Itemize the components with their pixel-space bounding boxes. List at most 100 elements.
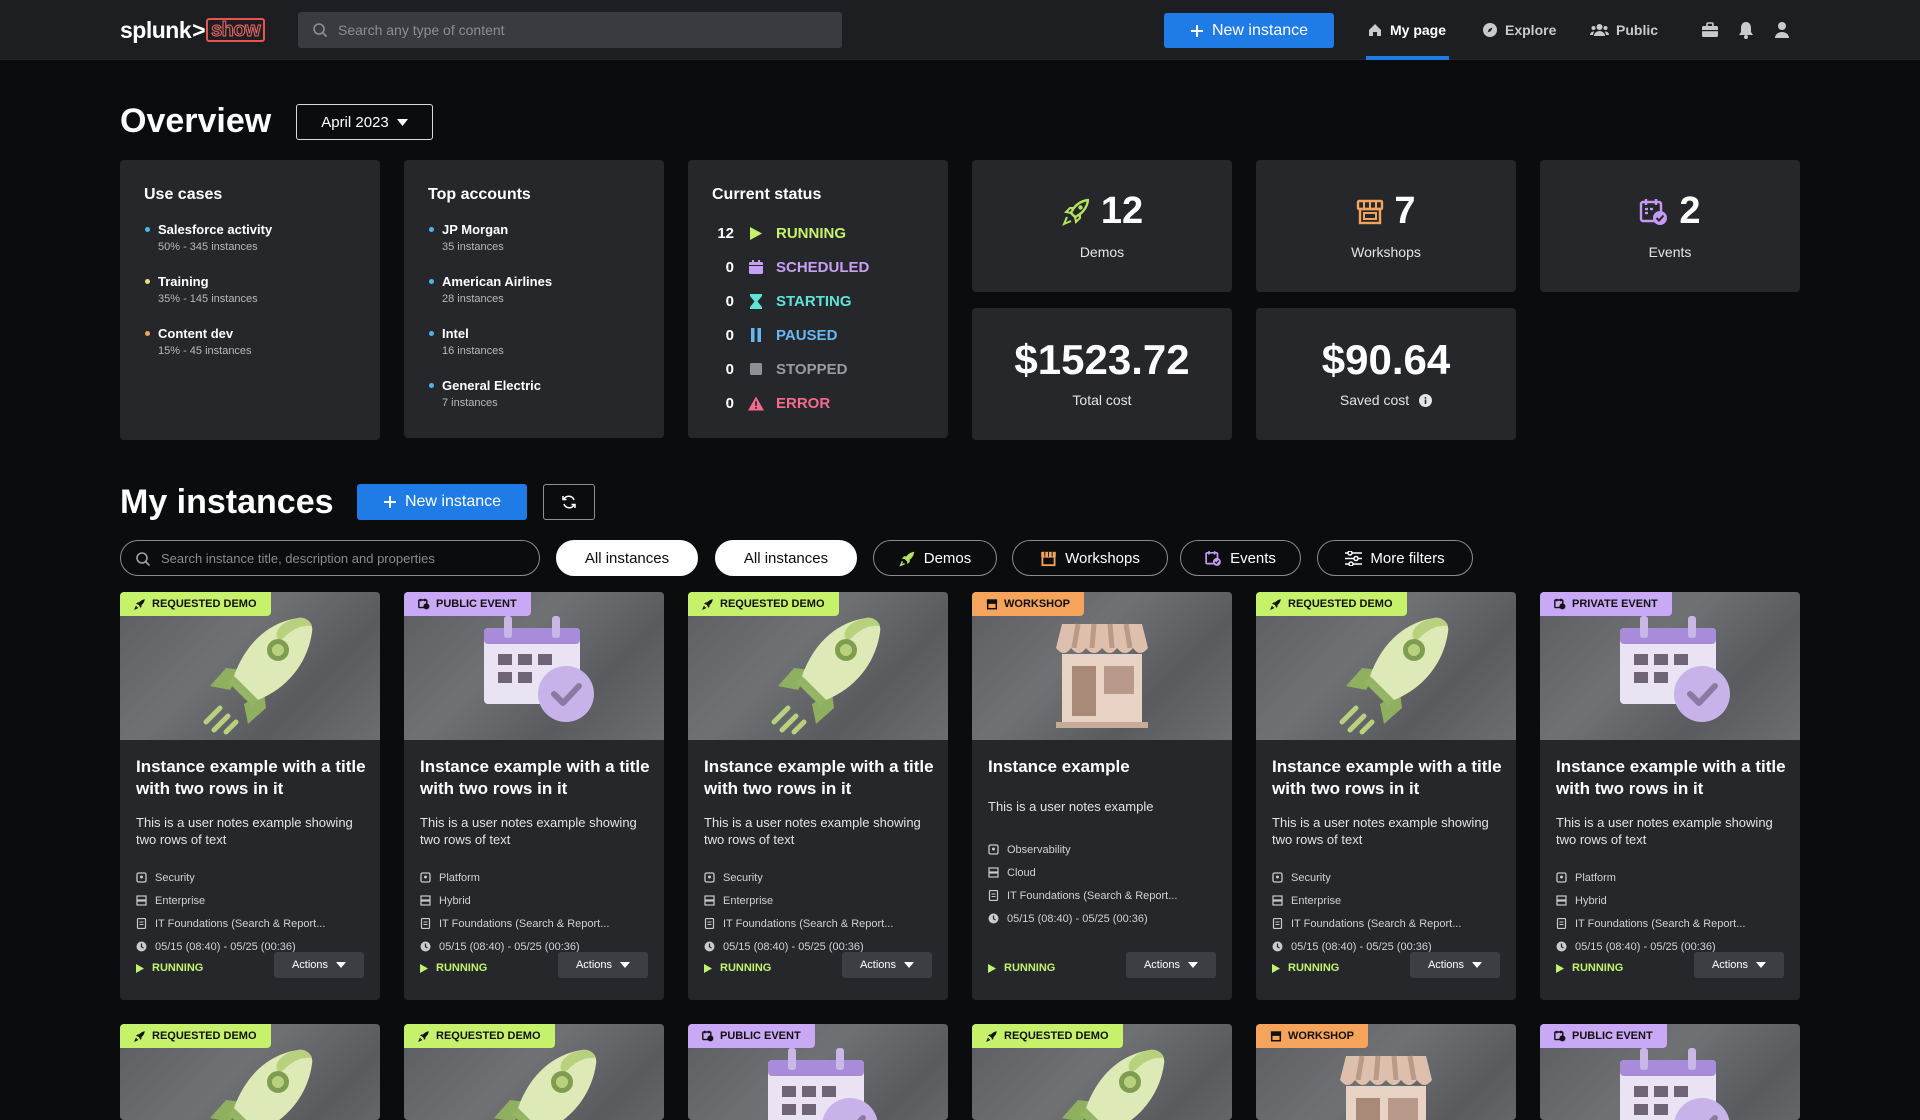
bullet-dot [145,331,150,336]
card-type-badge: REQUESTED DEMO [688,592,839,616]
stat-label: Total cost [1072,392,1132,408]
instance-card[interactable]: PUBLIC EVENT Instance example with a titl… [404,592,664,1000]
stat-label: Workshops [1351,244,1421,260]
stat-value: 7 [1394,190,1416,232]
instance-card[interactable]: WORKSHOP Instance example This is a user n… [972,592,1232,1000]
splunk-show-logo[interactable]: splunk > show [120,16,266,44]
instance-card[interactable]: REQUESTED DEMO Instance example with a ti… [688,592,948,1000]
property-value: Cloud [1007,866,1036,879]
top-accounts-list: JP Morgan 35 instances American Airlines… [428,222,552,430]
nav-public[interactable]: Public [1590,0,1658,60]
card-actions-dropdown[interactable]: Actions [842,952,932,978]
status-row-error[interactable]: 0 ERROR [712,386,831,420]
filter-all-instances-2[interactable]: All instances [715,540,857,576]
demos-stat-card[interactable]: 12 Demos [972,160,1232,292]
instance-card[interactable]: REQUESTED DEMO Instance example with a ti… [120,592,380,1000]
card-actions-dropdown[interactable]: Actions [1126,952,1216,978]
use-cases-panel: Use cases Salesforce activity 50% - 345 … [120,160,380,440]
stat-value: 12 [1100,190,1144,232]
instance-card[interactable]: REQUESTED DEMO Instance example with a ti… [1256,592,1516,1000]
status-count: 0 [725,292,734,310]
status-label: SCHEDULED [776,258,870,276]
filter-workshops[interactable]: Workshops [1012,540,1168,576]
status-row-running[interactable]: 12 RUNNING [712,216,846,250]
new-instance-button[interactable]: New instance [357,484,527,520]
card-actions-dropdown[interactable]: Actions [1694,952,1784,978]
list-item: Salesforce activity 50% - 345 instances [144,222,272,274]
card-actions-dropdown[interactable]: Actions [558,952,648,978]
nav-label: Explore [1505,22,1557,38]
search-placeholder: Search any type of content [338,22,505,38]
nav-my-page[interactable]: My page [1367,0,1446,60]
storefront-icon [986,599,998,610]
property-value: 05/15 (08:40) - 05/25 (00:36) [1575,940,1716,953]
status-label: RUNNING [1572,962,1624,974]
card-status: RUNNING [704,962,771,974]
play-icon [704,963,712,973]
property-icon [136,872,147,883]
instance-search-input[interactable]: Search instance title, description and p… [120,540,540,576]
list-item: JP Morgan 35 instances [428,222,552,274]
property-value: Enterprise [155,894,206,907]
filter-demos[interactable]: Demos [873,540,997,576]
property-icon [1272,941,1283,952]
filter-more-filters[interactable]: More filters [1317,540,1473,576]
instance-card[interactable]: WORKSHOP [1256,1024,1516,1120]
chip-label: Events [1230,549,1276,567]
calendar-icon [749,260,763,274]
card-title[interactable]: Instance example with a title with two r… [1272,756,1504,800]
instance-card[interactable]: REQUESTED DEMO [120,1024,380,1120]
info-icon[interactable] [1419,393,1433,407]
status-row-scheduled[interactable]: 0 SCHEDULED [712,250,870,284]
nav-explore[interactable]: Explore [1482,0,1556,60]
list-item: American Airlines 28 instances [428,274,552,326]
item-name: Content dev [158,326,234,341]
list-item: General Electric 7 instances [428,378,552,430]
stat-label: Saved cost [1339,392,1410,408]
list-item: Content dev 15% - 45 instances [144,326,272,378]
pause-icon [751,328,761,342]
instance-card[interactable]: REQUESTED DEMO [972,1024,1232,1120]
property-value: IT Foundations (Search & Report... [1007,889,1178,902]
status-row-paused[interactable]: 0 PAUSED [712,318,838,352]
chip-label: Demos [923,549,972,567]
property-icon [988,844,999,855]
card-title[interactable]: Instance example with a title with two r… [704,756,936,800]
instance-card[interactable]: PUBLIC EVENT [688,1024,948,1120]
user-icon[interactable] [1772,20,1792,40]
global-search-input[interactable]: Search any type of content [298,12,842,48]
card-actions-dropdown[interactable]: Actions [274,952,364,978]
bell-icon[interactable] [1736,20,1756,40]
card-actions-dropdown[interactable]: Actions [1410,952,1500,978]
badge-label: PUBLIC EVENT [1572,1030,1653,1042]
stat-label: Demos [1079,244,1125,260]
property-icon [136,918,147,929]
instance-card[interactable]: PUBLIC EVENT [1540,1024,1800,1120]
item-sub: 35 instances [442,241,504,253]
month-selector[interactable]: April 2023 [296,104,433,140]
card-type-badge: REQUESTED DEMO [1256,592,1407,616]
property-value: Enterprise [1291,894,1342,907]
card-title[interactable]: Instance example with a title with two r… [136,756,368,800]
nav-active-indicator [1366,56,1449,60]
card-title[interactable]: Instance example with a title with two r… [420,756,652,800]
card-notes: This is a user notes example showing two… [136,815,353,847]
play-icon [1556,963,1564,973]
card-property: IT Foundations (Search & Report... [988,884,1224,907]
badge-label: REQUESTED DEMO [720,598,825,610]
instance-card[interactable]: REQUESTED DEMO [404,1024,664,1120]
events-stat-card[interactable]: 2 Events [1540,160,1800,292]
card-title[interactable]: Instance example with a title with two r… [1556,756,1788,800]
filter-all-instances[interactable]: All instances [556,540,698,576]
instance-card[interactable]: PRIVATE EVENT Instance example with a tit… [1540,592,1800,1000]
refresh-button[interactable] [543,484,595,520]
briefcase-icon[interactable] [1700,20,1720,40]
chip-label: More filters [1370,549,1445,567]
card-type-badge: REQUESTED DEMO [404,1024,555,1048]
filter-events[interactable]: Events [1180,540,1301,576]
card-title[interactable]: Instance example [988,756,1220,778]
status-row-starting[interactable]: 0 STARTING [712,284,852,318]
new-instance-button-top[interactable]: New instance [1164,13,1334,48]
status-row-stopped[interactable]: 0 STOPPED [712,352,848,386]
workshops-stat-card[interactable]: 7 Workshops [1256,160,1516,292]
